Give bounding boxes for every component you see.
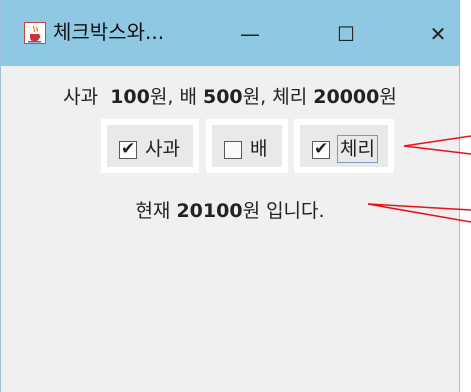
annotation-arrows <box>367 135 471 223</box>
annotation-arrow-checkboxes <box>403 135 471 155</box>
annotation-arrow-total <box>367 203 471 223</box>
